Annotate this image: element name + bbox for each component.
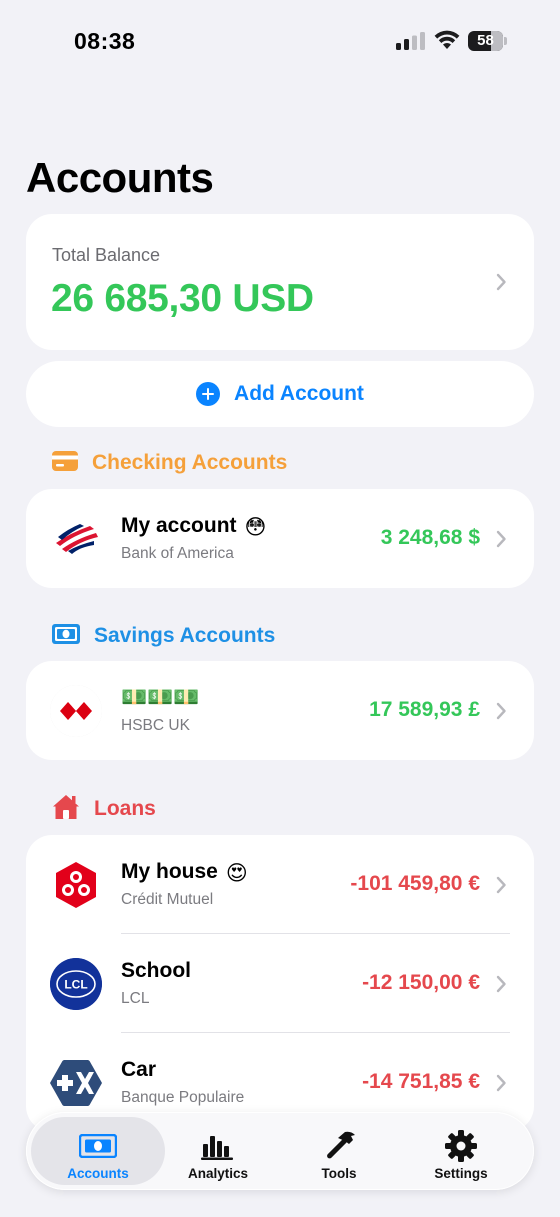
card-icon (52, 450, 78, 476)
bank-of-america-logo (50, 513, 102, 565)
account-amount: -14 751,85 € (362, 1070, 480, 1093)
hammer-icon (319, 1129, 359, 1163)
chevron-right-icon (495, 530, 507, 548)
section-header-loans: Loans (52, 794, 156, 824)
account-amount: 3 248,68 $ (380, 526, 480, 549)
account-name: School (121, 959, 192, 982)
section-title-checking: Checking Accounts (92, 451, 288, 474)
tab-bar: Accounts Analytics Tools Settings (26, 1112, 534, 1190)
tab-analytics[interactable]: Analytics (151, 1117, 285, 1185)
gear-icon (441, 1129, 481, 1163)
bank-name: LCL (121, 990, 150, 1007)
cellular-signal-icon (396, 32, 426, 50)
battery-icon: 58 (468, 31, 508, 51)
section-title-loans: Loans (94, 797, 156, 820)
add-account-label: Add Account (234, 382, 364, 405)
savings-accounts-card: 💵💵💵 HSBC UK 17 589,93 £ (26, 661, 534, 760)
banknote-icon (52, 623, 80, 649)
chevron-right-icon (495, 273, 507, 291)
bank-name: Bank of America (121, 545, 234, 562)
bank-name: Banque Populaire (121, 1089, 245, 1106)
lcl-logo: LCL (50, 958, 102, 1010)
tab-label: Analytics (187, 1166, 249, 1181)
flushed-face-emoji: 😳 (244, 516, 267, 539)
total-balance-label: Total Balance (52, 245, 161, 265)
wifi-icon (434, 30, 460, 50)
chevron-right-icon (495, 1074, 507, 1092)
chevron-right-icon (495, 876, 507, 894)
bar-chart-icon (198, 1129, 238, 1163)
tab-settings[interactable]: Settings (394, 1117, 528, 1185)
banque-populaire-logo (50, 1057, 102, 1109)
tab-label: Settings (434, 1166, 488, 1181)
heart-eyes-emoji: 😍 (225, 862, 248, 885)
checking-accounts-card: My account 😳 Bank of America 3 248,68 $ (26, 489, 534, 588)
account-row[interactable]: 💵💵💵 HSBC UK 17 589,93 £ (26, 661, 534, 760)
account-name: My account 😳 (121, 514, 267, 539)
section-title-savings: Savings Accounts (94, 624, 276, 647)
account-amount: -101 459,80 € (350, 872, 480, 895)
account-row[interactable]: My house 😍 Crédit Mutuel -101 459,80 € (26, 835, 534, 934)
battery-level: 58 (477, 32, 494, 49)
account-name: My house 😍 (121, 860, 248, 885)
banknote-icon (78, 1129, 118, 1163)
tab-label: Accounts (67, 1166, 129, 1181)
add-account-button[interactable]: Add Account (26, 361, 534, 427)
hsbc-logo (50, 685, 102, 737)
account-row[interactable]: LCL School LCL -12 150,00 € (26, 934, 534, 1033)
plus-circle-icon (196, 382, 221, 406)
account-name: Car (121, 1058, 157, 1081)
status-time: 08:38 (74, 28, 136, 54)
total-balance-card[interactable]: Total Balance 26 685,30 USD (26, 214, 534, 350)
bank-name: Crédit Mutuel (121, 891, 214, 908)
section-header-checking: Checking Accounts (52, 448, 287, 478)
credit-mutuel-logo (50, 859, 102, 911)
loans-card: My house 😍 Crédit Mutuel -101 459,80 € LC… (26, 835, 534, 1132)
bank-name: HSBC UK (121, 717, 190, 734)
section-header-savings: Savings Accounts (52, 621, 275, 651)
chevron-right-icon (495, 975, 507, 993)
account-row[interactable]: My account 😳 Bank of America 3 248,68 $ (26, 489, 534, 588)
page-title: Accounts (26, 154, 214, 201)
status-bar: 08:38 58 (0, 0, 560, 84)
account-amount: -12 150,00 € (362, 971, 480, 994)
tab-accounts[interactable]: Accounts (31, 1117, 165, 1185)
svg-text:LCL: LCL (64, 978, 87, 992)
tab-tools[interactable]: Tools (272, 1117, 406, 1185)
account-name: 💵💵💵 (121, 686, 200, 709)
account-amount: 17 589,93 £ (369, 698, 480, 721)
tab-label: Tools (321, 1166, 357, 1181)
chevron-right-icon (495, 702, 507, 720)
house-icon (52, 794, 80, 825)
total-balance-value: 26 685,30 USD (51, 277, 314, 320)
